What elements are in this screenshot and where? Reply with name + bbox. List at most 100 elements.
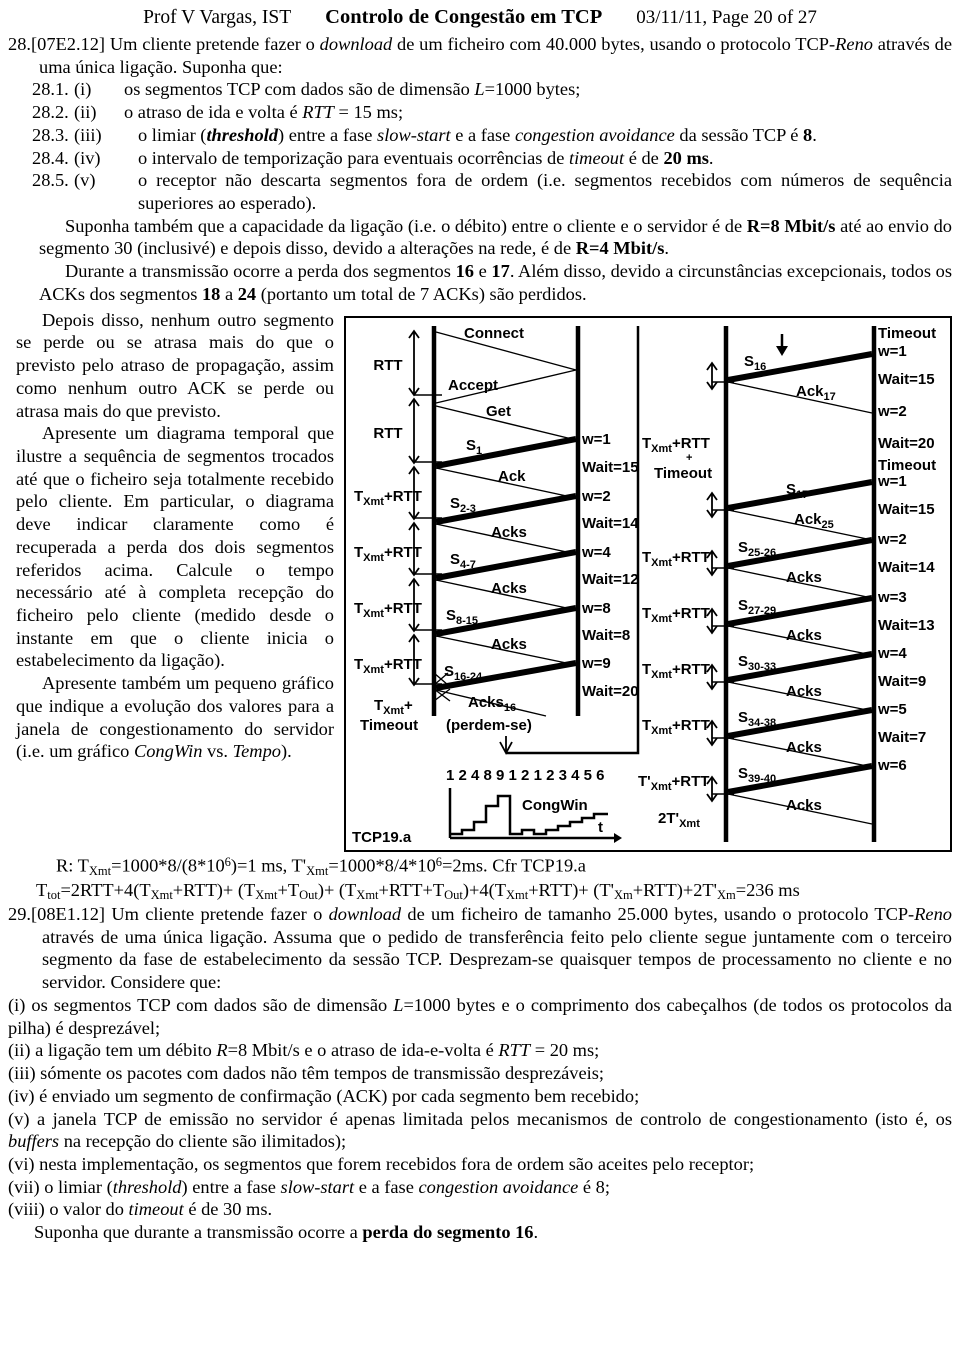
fig-right-time-txmt-rtt-timeout-b: Timeout — [654, 465, 712, 482]
fig-left-msg-s23: S2-3 — [450, 495, 476, 515]
q28-item-3-num: 28.3. — [32, 124, 69, 145]
q29-last-c: . — [533, 1222, 539, 1243]
q28-left-p3-c: ). — [280, 741, 292, 762]
tcp-timing-diagram: .vl{stroke:#000;stroke-width:4.5} .msg{s… — [344, 315, 952, 852]
q28-seg-16: 16 — [455, 261, 474, 282]
q29-number: 29. — [8, 904, 31, 925]
q28-loss-d: a — [220, 283, 238, 304]
q29-lead-download: download — [328, 904, 402, 925]
fig-left-win-w2: w=2 — [581, 488, 611, 505]
q28-item-1-rom: (i) — [74, 79, 92, 100]
q28-loss-b: e — [473, 261, 492, 282]
q28-left-p3-congwin: CongWin — [133, 741, 203, 762]
q28-number: 28. — [8, 34, 31, 54]
figure-label: TCP19.a — [352, 829, 412, 846]
congwin-title: CongWin — [522, 797, 588, 814]
q29-lead-b: de um ficheiro de tamanho 25.000 bytes, … — [401, 904, 915, 925]
fig-left-msg-acks16: Acks16 — [468, 694, 516, 714]
q28-answer-line2: Ttot=2RTT+4(TXmt+RTT)+ (TXmt+TOut)+ (TXm… — [36, 879, 800, 902]
fig-left-msg-s1624: S16-24 — [444, 663, 483, 683]
fig-right-win-wait20: Wait=20 — [878, 435, 935, 452]
fig-left-win-wait15: Wait=15 — [582, 459, 639, 476]
q28-item-1-text: os segmentos TCP com dados são de dimens… — [124, 79, 581, 100]
fig-left-win-wait12: Wait=12 — [582, 571, 639, 588]
fig-left-time-rtt-2: RTT — [373, 425, 402, 442]
q29-lead-reno: Reno — [914, 904, 952, 925]
q29-item-i: (i) os segmentos TCP com dados são de di… — [8, 994, 952, 1038]
fig-right-win-timeout-1: Timeout — [878, 325, 936, 342]
q28-lead: 28.[07E2.12] Um cliente pretende fazer o… — [8, 33, 952, 78]
header-pageinfo: 03/11/11, Page 20 of 27 — [636, 7, 817, 28]
q29-last-line: Suponha que durante a transmissão ocorre… — [8, 1221, 952, 1244]
figure-and-text-region: .vl{stroke:#000;stroke-width:4.5} .msg{s… — [8, 309, 952, 854]
q29-last-bold: perda do segmento 16 — [362, 1222, 534, 1243]
q28-code: [07E2.12] — [31, 34, 106, 54]
fig-left-time-txmt-rtt-2: TXmt+RTT — [354, 544, 422, 564]
q29-item-vi: (vi) nesta implementação, os segmentos q… — [8, 1153, 755, 1174]
q29-lead: 29.[08E1.12] Um cliente pretende fazer o… — [8, 903, 952, 994]
q28-seg-17: 17 — [491, 261, 510, 282]
fig-left-msg-acks-1: Acks — [491, 524, 527, 541]
page-header: Prof V Vargas, IST Controlo de Congestão… — [0, 0, 960, 33]
q28-item-5-num: 28.5. — [32, 170, 69, 191]
q29-last-a: Suponha que durante a transmissão ocorre… — [34, 1222, 363, 1243]
fig-left-win-w8: w=8 — [581, 600, 611, 617]
fig-right-time-tpxmt-rtt: T'Xmt+RTT — [638, 773, 709, 793]
fig-right-acks-4: Acks — [786, 739, 822, 756]
fig-right-time-txmt-rtt-1: TXmt+RTT — [642, 549, 710, 569]
q28-loss-e: (portanto um total de 7 ACKs) são perdid… — [256, 283, 587, 304]
fig-left-win-w9: w=9 — [581, 655, 611, 672]
fig-left-msg-perdem-se: (perdem-se) — [446, 717, 532, 734]
fig-right-win-wait15-a: Wait=15 — [878, 371, 935, 388]
fig-left-msg-get: Get — [486, 403, 511, 420]
q29-item-vii: (vii) o limiar (threshold) entre a fase … — [8, 1176, 610, 1197]
fig-right-time-2tpxmt: 2T'Xmt — [658, 810, 700, 830]
q28-seg-18: 18 — [201, 283, 221, 304]
congwin-tick-labels: 1 2 4 8 9 1 2 1 2 3 4 5 6 — [446, 767, 604, 784]
q29-lead-c: através de uma única ligação. Assuma que… — [42, 926, 952, 993]
fig-left-win-w4: w=4 — [581, 544, 611, 561]
q28-item-1: 28.1. (i) os segmentos TCP com dados são… — [8, 78, 952, 101]
fig-right-acks-3: Acks — [786, 683, 822, 700]
fig-right-win-w2-a: w=2 — [877, 403, 907, 420]
q28-rate-4: R=4 Mbit/s — [575, 238, 665, 259]
question-29: 29.[08E1.12] Um cliente pretende fazer o… — [0, 903, 960, 1244]
q28-item-1-num: 28.1. — [32, 79, 69, 100]
q28-cap-c: . — [664, 238, 669, 259]
q28-item-5-rom: (v) — [74, 170, 96, 191]
fig-left-msg-connect: Connect — [464, 325, 524, 342]
fig-right-time-plus: + — [686, 452, 692, 464]
q28-item-2: 28.2. (ii) o atraso de ida e volta é RTT… — [8, 101, 952, 124]
q29-lead-a: Um cliente pretende fazer o — [105, 904, 329, 925]
fig-right-tick-arrows — [706, 361, 718, 803]
q28-item-4-rom: (iv) — [74, 147, 101, 168]
fig-left-time-txmt-rtt-3: TXmt+RTT — [354, 600, 422, 620]
fig-right-win-w2-b: w=2 — [877, 531, 907, 548]
fig-right-acks-5: Acks — [786, 797, 822, 814]
q28-item-4-text: o intervalo de temporização para eventua… — [138, 147, 714, 168]
fig-right-win-wait15-b: Wait=15 — [878, 501, 935, 518]
q28-item-3-text: o limiar (threshold) entre a fase slow-s… — [138, 124, 817, 145]
q29-code: [08E1.12] — [31, 904, 106, 925]
q28-item-4: 28.4. (iv) o intervalo de temporização p… — [8, 147, 952, 170]
fig-right-msg-s3033: S30-33 — [738, 653, 776, 673]
q28-lead-a: Um cliente pretende fazer o — [105, 34, 320, 54]
q28-item-5-text: o receptor não descarta segmentos fora d… — [138, 170, 952, 214]
fig-right-msg-s16: S16 — [744, 353, 766, 373]
fig-right-msg-s3940: S39-40 — [738, 765, 776, 785]
fig-right-msg-s3438: S34-38 — [738, 709, 776, 729]
q28-item-2-rom: (ii) — [74, 102, 97, 123]
q28-item-2-num: 28.2. — [32, 102, 69, 123]
fig-left-time-rtt-1: RTT — [373, 357, 402, 374]
document-page: Prof V Vargas, IST Controlo de Congestão… — [0, 0, 960, 1362]
fig-left-msg-ack: Ack — [498, 468, 526, 485]
fig-left-win-w1: w=1 — [581, 431, 611, 448]
congwin-x-arrow — [614, 832, 622, 843]
q28-rate-8: R=8 Mbit/s — [746, 215, 836, 236]
q28-item-2-text: o atraso de ida e volta é RTT = 15 ms; — [124, 102, 404, 123]
fig-left-time-txmt-rtt-1: TXmt+RTT — [354, 488, 422, 508]
fig-right-win-wait14: Wait=14 — [878, 559, 935, 576]
q28-item-4-num: 28.4. — [32, 147, 69, 168]
q28-loss-a: Durante a transmissão ocorre a perda dos… — [65, 261, 456, 282]
fig-left-time-txmt-timeout-a: TXmt+ — [374, 697, 413, 717]
